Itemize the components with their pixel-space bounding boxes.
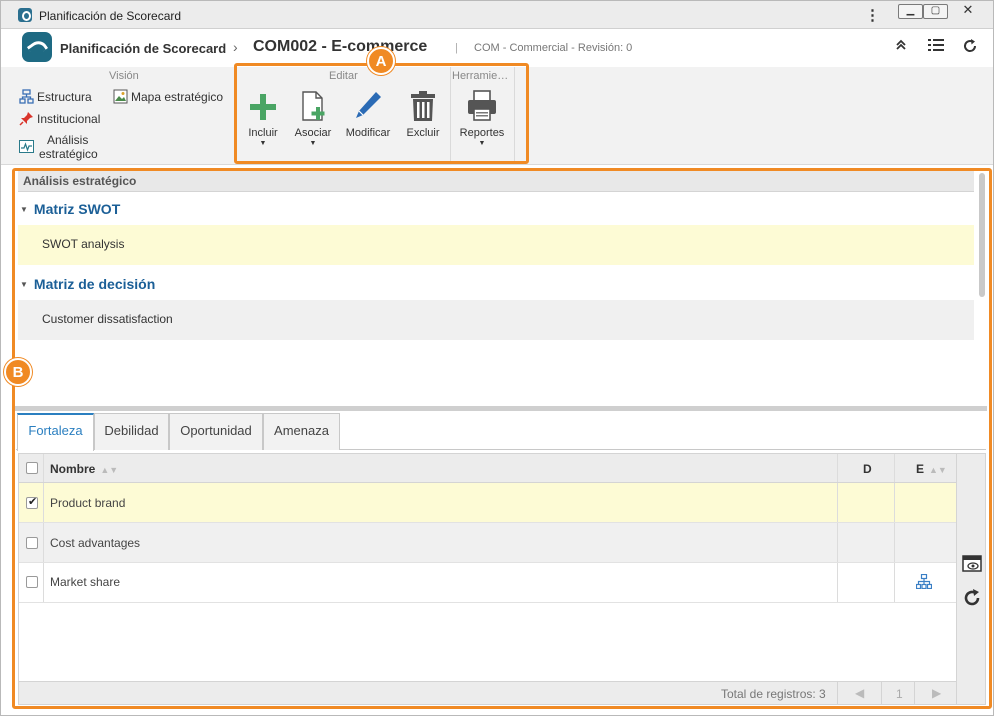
next-page-icon[interactable]: ▶: [932, 686, 941, 700]
group-label-vision: Visión: [109, 70, 139, 82]
column-d-label: D: [863, 462, 872, 476]
grid-header: Nombre ▲▼ D E ▲▼: [19, 454, 956, 483]
header-checkbox-cell: [19, 454, 44, 482]
grid-side-panel: [957, 453, 986, 705]
view-analisis-estrategico[interactable]: Análisis estratégico: [19, 133, 109, 161]
breadcrumb-separator: ›: [233, 39, 238, 55]
row-checkbox-cell: [19, 523, 44, 562]
column-e[interactable]: E ▲▼: [895, 454, 956, 482]
cell-nombre: Cost advantages: [44, 523, 838, 562]
total-records: Total de registros: 3: [721, 687, 826, 701]
refresh-icon[interactable]: [962, 38, 978, 58]
table-row[interactable]: Market share: [19, 563, 956, 603]
kebab-menu-icon[interactable]: ⋮: [865, 6, 880, 24]
scorecard-logo-icon: [22, 32, 52, 62]
analysis-section-header: Análisis estratégico: [18, 171, 974, 192]
pin-icon: [19, 111, 34, 126]
view-institucional[interactable]: Institucional: [19, 111, 100, 126]
hierarchy-icon[interactable]: [915, 573, 933, 592]
structure-icon: [19, 89, 34, 104]
view-estructura-label: Estructura: [37, 90, 92, 104]
table-row[interactable]: Cost advantages: [19, 523, 956, 563]
callout-a-badge: A: [367, 47, 395, 75]
tab-amenaza[interactable]: Amenaza: [263, 413, 340, 450]
app-icon: [18, 8, 32, 22]
preview-icon[interactable]: [962, 555, 982, 576]
sort-icon: ▲▼: [100, 465, 119, 475]
map-icon: [113, 89, 128, 104]
analysis-item-label: Customer dissatisfaction: [42, 312, 173, 326]
collapse-icon[interactable]: [895, 39, 907, 54]
vertical-scrollbar[interactable]: [979, 173, 985, 297]
title-bar: Planificación de Scorecard ⋮ ▁ ▢ ✕: [1, 1, 993, 29]
items-grid: Nombre ▲▼ D E ▲▼ Product brand Cost advant…: [18, 453, 957, 705]
view-estructura[interactable]: Estructura: [19, 89, 92, 104]
reload-icon[interactable]: [962, 588, 982, 611]
caret-down-icon: ▼: [20, 280, 28, 289]
close-button[interactable]: ✕: [951, 3, 985, 19]
cell-nombre: Product brand: [44, 483, 838, 522]
page-header: Planificación de Scorecard › COM002 - E-…: [1, 29, 993, 67]
group-decision-title[interactable]: ▼ Matriz de decisión: [20, 276, 155, 292]
tab-fortaleza[interactable]: Fortaleza: [17, 413, 94, 451]
cell-e: [895, 483, 956, 522]
select-all-checkbox[interactable]: [26, 462, 38, 474]
list-icon[interactable]: [928, 38, 944, 55]
row-checkbox-cell: [19, 563, 44, 602]
callout-a-frame: [234, 63, 529, 164]
row-checkbox-cell: [19, 483, 44, 522]
sort-icon: ▲▼: [929, 465, 947, 475]
row-checkbox[interactable]: [26, 537, 38, 549]
view-mapa-label: Mapa estratégico: [131, 90, 224, 104]
table-row[interactable]: Product brand: [19, 483, 956, 523]
cell-d: [838, 483, 895, 522]
group-swot-title[interactable]: ▼ Matriz SWOT: [20, 201, 120, 217]
column-d[interactable]: D: [838, 454, 895, 482]
app-name[interactable]: Planificación de Scorecard: [60, 41, 226, 56]
column-e-label: E: [916, 462, 925, 476]
window-title: Planificación de Scorecard: [39, 9, 182, 23]
view-analisis-label-2: estratégico: [39, 147, 98, 161]
row-checkbox[interactable]: [26, 576, 38, 588]
footer-divider: [881, 682, 882, 704]
record-title: COM002 - E-commerce: [253, 38, 428, 55]
group-decision-label: Matriz de decisión: [33, 276, 156, 292]
cell-e: [895, 523, 956, 562]
header-divider: |: [455, 42, 458, 54]
analysis-item-swot[interactable]: SWOT analysis: [18, 225, 974, 265]
column-nombre[interactable]: Nombre ▲▼: [44, 454, 838, 482]
app-window: Planificación de Scorecard ⋮ ▁ ▢ ✕ Plani…: [0, 0, 994, 716]
analysis-item-label: SWOT analysis: [42, 237, 125, 251]
cell-d: [838, 523, 895, 562]
tab-debilidad[interactable]: Debilidad: [94, 413, 169, 450]
view-institucional-label: Institucional: [37, 112, 101, 126]
caret-down-icon: ▼: [20, 205, 28, 214]
group-swot-label: Matriz SWOT: [33, 201, 121, 217]
pane-splitter[interactable]: [15, 406, 987, 411]
analysis-item-decision[interactable]: Customer dissatisfaction: [18, 300, 974, 340]
cell-d: [838, 563, 895, 602]
view-analisis-label-1: Análisis: [47, 133, 89, 147]
prev-page-icon[interactable]: ◀: [855, 686, 864, 700]
row-checkbox[interactable]: [26, 495, 38, 509]
column-nombre-label: Nombre: [50, 462, 96, 476]
minimize-button[interactable]: ▁: [898, 4, 923, 19]
tab-oportunidad[interactable]: Oportunidad: [169, 413, 263, 450]
footer-divider: [837, 682, 838, 704]
cell-nombre: Market share: [44, 563, 838, 602]
grid-footer: Total de registros: 3 ◀ 1 ▶: [19, 681, 956, 704]
swot-tabs: Fortaleza Debilidad Oportunidad Amenaza: [16, 413, 986, 451]
record-meta: COM - Commercial - Revisión: 0: [474, 42, 633, 54]
callout-b-badge: B: [4, 358, 32, 386]
footer-divider: [914, 682, 915, 704]
maximize-button[interactable]: ▢: [923, 4, 948, 19]
page-number: 1: [896, 687, 903, 701]
view-mapa-estrategico[interactable]: Mapa estratégico: [113, 89, 223, 104]
chart-icon: [19, 139, 34, 154]
cell-e: [895, 563, 956, 602]
